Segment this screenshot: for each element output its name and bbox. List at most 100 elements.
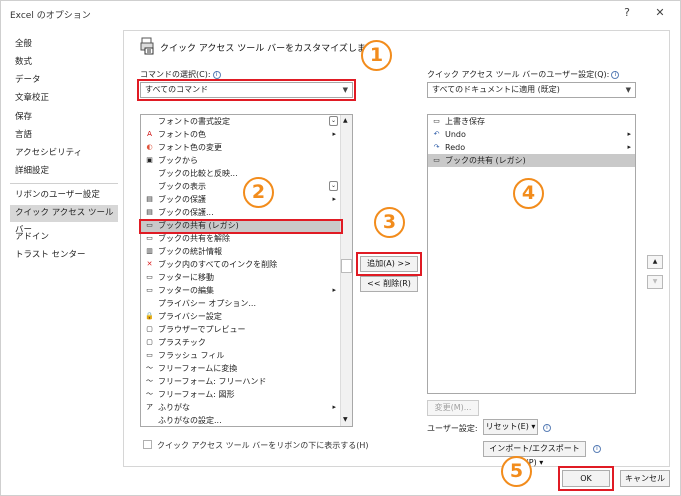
command-icon: ✕ [146, 260, 153, 268]
highlight-box-selected-command [139, 219, 343, 234]
list-item[interactable]: ↶ Undo ▸ [428, 128, 635, 141]
sidebar-item[interactable]: リボンのユーザー設定 [10, 187, 118, 204]
list-item[interactable]: プライバシー オプション... [141, 297, 340, 310]
command-icon: ▭ [146, 234, 153, 242]
command-label: ブラウザーでプレビュー [158, 325, 246, 334]
scroll-thumb[interactable] [341, 259, 352, 273]
list-item[interactable]: ▭ 上書き保存 [428, 115, 635, 128]
list-item[interactable]: ▭ フッターに移動 [141, 271, 340, 284]
help-button[interactable]: ? [619, 5, 635, 21]
list-item[interactable]: ✕ ブック内のすべてのインクを削除 [141, 258, 340, 271]
show-below-ribbon-checkbox[interactable] [143, 440, 152, 449]
sidebar-item[interactable]: アドイン [10, 229, 118, 246]
command-label: ブックの比較と反映... [158, 169, 238, 178]
list-item[interactable]: 🔒 プライバシー設定 [141, 310, 340, 323]
scroll-down-icon[interactable]: ▼ [343, 416, 348, 423]
list-item[interactable]: フォントの書式設定 ⌄ [141, 115, 340, 128]
command-label: フリーフォーム: 図形 [158, 390, 235, 399]
command-label: フォント色の変更 [158, 143, 222, 152]
sidebar-item[interactable]: トラスト センター [10, 247, 118, 264]
list-item[interactable]: ブックの比較と反映... [141, 167, 340, 180]
list-item[interactable]: ▢ プラスチック [141, 336, 340, 349]
chevron-down-icon: ▼ [625, 86, 631, 94]
list-item[interactable]: 〜フリーフォーム: フリーハンド [141, 375, 340, 388]
sidebar-divider [10, 183, 118, 184]
command-label: ふりがなの設定... [158, 416, 222, 425]
sidebar-item[interactable]: データ [10, 72, 118, 89]
command-icon: A [147, 130, 152, 138]
move-up-button[interactable]: ▲ [647, 255, 663, 269]
command-label: フラッシュ フィル [158, 351, 225, 360]
annotation-badge-1: 1 [361, 40, 392, 71]
command-icon [145, 117, 154, 126]
command-label: ふりがな [158, 403, 190, 412]
cancel-button[interactable]: キャンセル [620, 470, 670, 487]
sidebar-item[interactable]: クイック アクセス ツール バー [10, 205, 118, 235]
list-item[interactable]: アふりがな ▸ [141, 401, 340, 414]
command-label: フッターに移動 [158, 273, 214, 282]
list-item[interactable]: ▭ フラッシュ フィル [141, 349, 340, 362]
page-heading: クイック アクセス ツール バーをカスタマイズします。 [160, 44, 383, 54]
command-label: プラスチック [158, 338, 206, 347]
reset-button[interactable]: リセット(E) ▾ [483, 419, 538, 435]
close-button[interactable]: ✕ [652, 5, 668, 21]
list-item[interactable]: ▢ ブラウザーでプレビュー [141, 323, 340, 336]
command-icon [145, 169, 154, 178]
list-item[interactable]: ▥ ブックの統計情報 [141, 245, 340, 258]
list-item[interactable]: ↷ Redo ▸ [428, 141, 635, 154]
sidebar-item[interactable]: 文章校正 [10, 90, 118, 107]
info-icon: i [593, 445, 601, 453]
command-icon [145, 299, 154, 308]
command-label: ブックの共有 (レガシ) [445, 156, 526, 165]
modify-button[interactable]: 変更(M)... [427, 400, 479, 416]
command-label: フリーフォームに変換 [158, 364, 238, 373]
sidebar-item[interactable]: 保存 [10, 109, 118, 126]
command-label: 上書き保存 [445, 117, 485, 126]
command-icon: 〜 [146, 364, 153, 372]
command-label: プライバシー設定 [158, 312, 222, 321]
list-item[interactable]: ふりがなの設定... [141, 414, 340, 426]
move-down-button[interactable]: ▼ [647, 275, 663, 289]
import-export-button[interactable]: インポート/エクスポート(P) ▾ [483, 441, 586, 467]
list-item[interactable]: A フォントの色 ▸ [141, 128, 340, 141]
commands-list-items: フォントの書式設定 ⌄ A フォントの色 ▸ ◐ フォント色の変更 ▣ ブックから ブックの比較と… [141, 115, 340, 426]
scroll-up-icon[interactable]: ▲ [343, 117, 348, 124]
customize-toolbar-dropdown[interactable]: すべてのドキュメントに適用 (既定) ▼ [427, 82, 636, 98]
submenu-arrow-icon: ▸ [332, 403, 336, 411]
sidebar-item[interactable]: 詳細設定 [10, 163, 118, 180]
list-item[interactable]: ▣ ブックから [141, 154, 340, 167]
sidebar-item[interactable]: アクセシビリティ [10, 145, 118, 162]
command-icon: ▭ [433, 156, 440, 164]
submenu-arrow-icon: ▸ [627, 130, 631, 138]
submenu-arrow-icon: ▸ [332, 195, 336, 203]
command-label: フォントの書式設定 [158, 117, 230, 126]
annotation-badge-3: 3 [374, 207, 405, 238]
sidebar-item[interactable]: 言語 [10, 127, 118, 144]
command-label: フォントの色 [158, 130, 206, 139]
remove-button[interactable]: << 削除(R) [360, 276, 418, 292]
info-icon: i [212, 70, 221, 79]
list-item[interactable]: ▤ ブックの保護... [141, 206, 340, 219]
submenu-arrow-icon: ▸ [332, 286, 336, 294]
list-item[interactable]: 〜フリーフォームに変換 [141, 362, 340, 375]
list-item[interactable]: ◐ フォント色の変更 [141, 141, 340, 154]
list-item[interactable]: ブックの表示 ⌄ [141, 180, 340, 193]
list-item[interactable]: ▤ ブックの保護 ▸ [141, 193, 340, 206]
command-icon: ↷ [433, 143, 440, 151]
highlight-box-ok [558, 466, 614, 491]
info-icon: i [543, 424, 551, 432]
window-title: Excel のオプション [10, 11, 91, 21]
command-icon [145, 182, 154, 191]
list-item[interactable]: ▭ フッターの編集 ▸ [141, 284, 340, 297]
sidebar-item[interactable]: 数式 [10, 54, 118, 71]
command-label: フリーフォーム: フリーハンド [158, 377, 267, 386]
list-item[interactable]: 〜フリーフォーム: 図形 [141, 388, 340, 401]
dropdown-mini-icon: ⌄ [329, 181, 338, 191]
sidebar-item[interactable]: 全般 [10, 36, 118, 53]
submenu-arrow-icon: ▸ [332, 130, 336, 138]
commands-scrollbar[interactable]: ▲ ▼ [340, 115, 352, 426]
command-label: プライバシー オプション... [158, 299, 257, 308]
command-label: ブックの表示 [158, 182, 206, 191]
list-item[interactable]: ▭ ブックの共有 (レガシ) [428, 154, 635, 167]
annotation-badge-2: 2 [243, 177, 274, 208]
